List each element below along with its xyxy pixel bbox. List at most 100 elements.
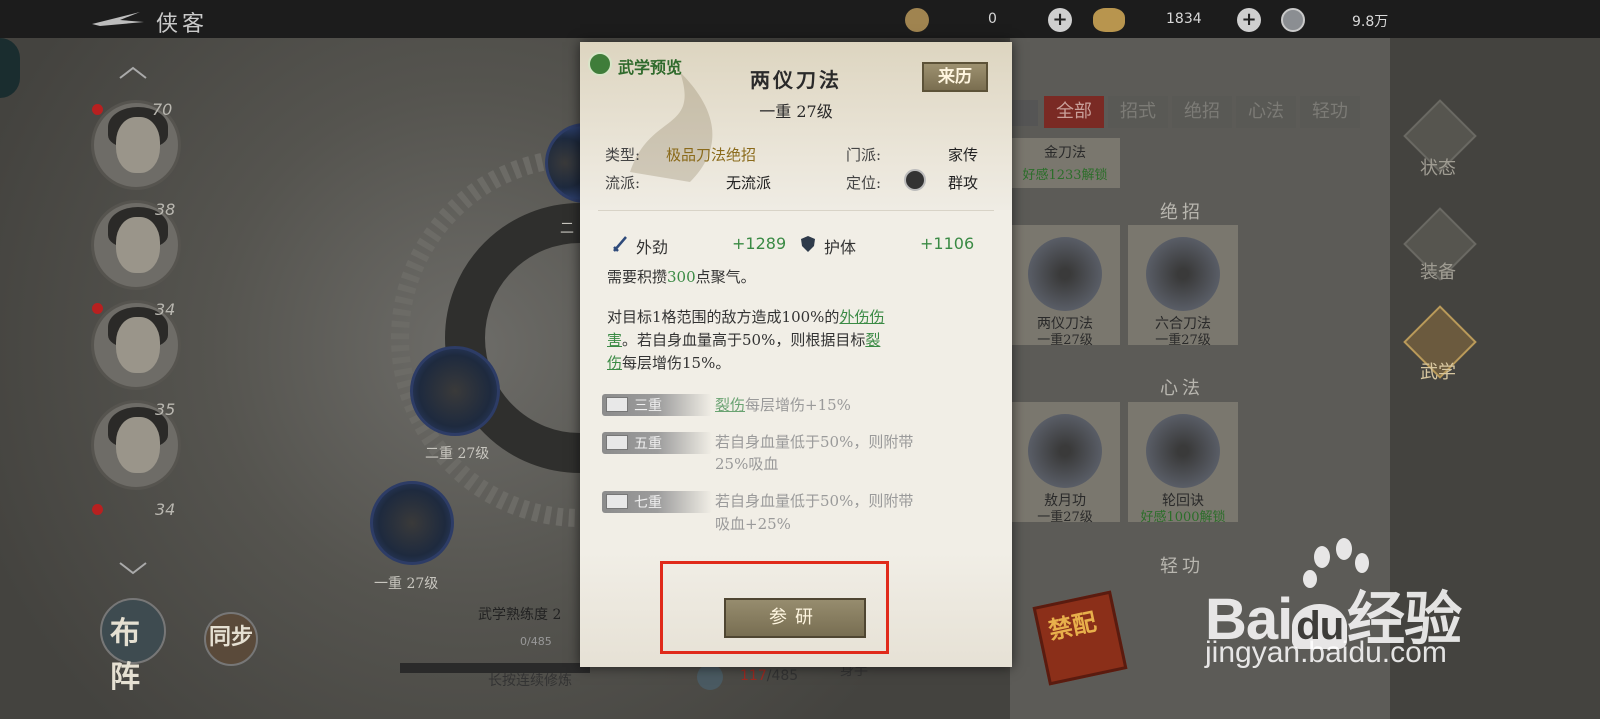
tab-light[interactable]: 轻功	[1300, 96, 1360, 128]
style-label: 流派:	[605, 174, 641, 192]
card-sub: 好感1233解锁	[1022, 168, 1108, 183]
ingot-icon	[1093, 8, 1125, 32]
desc-post: 每层增伤15%。	[622, 354, 731, 372]
school-value: 家传	[948, 146, 979, 164]
tier-7-label: 七重	[634, 495, 662, 511]
tier-3-text: 裂伤每层增伤+15%	[715, 394, 851, 416]
skill-icon	[1028, 237, 1102, 311]
desc-line-2: 害。若自身血量高于50%，则根据目标裂	[607, 329, 880, 352]
skill-node-dodge[interactable]	[410, 346, 500, 436]
page-title: 侠客	[156, 12, 209, 37]
desc-line-1: 对目标1格范围的敌方造成100%的外伤伤	[607, 306, 884, 329]
charge-num: 300	[667, 268, 696, 286]
sync-label: 同步	[209, 624, 254, 650]
scroll-down-icon[interactable]	[118, 561, 148, 575]
tab-ultimate[interactable]: 绝招	[1172, 96, 1232, 128]
tab-all[interactable]: 全部	[1044, 96, 1104, 128]
shield-stat-icon	[801, 236, 815, 252]
outer-force-value: +1289	[732, 234, 787, 253]
forbid-text: 禁配	[1045, 606, 1099, 646]
tier-7-badge: 七重	[602, 491, 712, 513]
face	[116, 217, 160, 273]
skill-card-lunhui[interactable]: 轮回诀 好感1000解锁	[1128, 402, 1238, 525]
tab-moves[interactable]: 招式	[1108, 96, 1168, 128]
skill-icon	[1146, 414, 1220, 488]
add-ingot-button[interactable]: +	[1237, 8, 1261, 32]
tier-7-text-2: 吸血+25%	[715, 515, 791, 533]
skill-node-inner-level: 一重 27级	[374, 576, 439, 592]
protection-value: +1106	[920, 234, 975, 253]
hero-level-4: 35	[155, 400, 176, 419]
origin-button[interactable]: 来历	[922, 62, 988, 92]
school-label: 门派:	[846, 146, 882, 164]
section-inner: 心法	[1160, 378, 1204, 399]
tier-5-text-2: 25%吸血	[715, 455, 779, 473]
forbid-stamp: 禁配	[1032, 590, 1128, 686]
scroll-icon	[606, 494, 628, 509]
card-level: 一重27级	[1037, 333, 1093, 348]
tab-inner[interactable]: 心法	[1236, 96, 1296, 128]
mastery-label: 武学熟练度 2	[478, 607, 562, 623]
scroll-icon	[606, 435, 628, 450]
card-level: 一重27级	[1037, 510, 1093, 525]
nav-equipment-label: 装备	[1420, 262, 1456, 283]
skill-card-aoyue[interactable]: 敖月功 一重27级	[1010, 402, 1120, 525]
scroll-up-icon[interactable]	[118, 66, 148, 80]
progress-current: 117	[740, 668, 767, 684]
tier-3-desc: 每层增伤+15%	[745, 396, 851, 414]
outer-wound-link-cont[interactable]: 害	[607, 331, 622, 349]
charge-requirement: 需要积攒300点聚气。	[607, 266, 756, 289]
nav-status-label: 状态	[1420, 158, 1456, 179]
sync-button[interactable]: 同步	[204, 612, 258, 666]
face	[116, 117, 160, 173]
progress-counter: 117/485	[740, 668, 798, 684]
type-value: 极品刀法绝招	[666, 146, 757, 164]
section-light: 轻功	[1160, 556, 1204, 577]
section-ultimate: 绝招	[1160, 202, 1204, 223]
skill-card-top[interactable]: 金刀法 好感1233解锁	[1010, 138, 1120, 188]
progress-total: /485	[766, 668, 799, 684]
skill-level: 一重 27级	[759, 102, 833, 121]
coin-icon	[1281, 8, 1305, 32]
leaf-currency-icon	[905, 8, 929, 32]
add-leaf-button[interactable]: +	[1048, 8, 1072, 32]
leaf-currency-value: 0	[988, 11, 997, 27]
highlight-box	[660, 561, 889, 654]
face	[116, 317, 160, 373]
back-arrow-icon[interactable]	[90, 10, 146, 28]
desc-pre: 对目标1格范围的敌方造成100%的	[607, 308, 840, 326]
role-label: 定位:	[846, 174, 882, 192]
type-label: 类型:	[605, 146, 641, 164]
tier-5-badge: 五重	[602, 432, 712, 454]
card-name: 金刀法	[1044, 145, 1086, 161]
tier-3-label: 三重	[634, 398, 662, 414]
charge-post: 点聚气。	[695, 268, 756, 286]
tear-wound-link-cont[interactable]: 伤	[607, 354, 622, 372]
card-level: 好感1000解锁	[1140, 510, 1226, 525]
tier-5-text-1: 若自身血量低于50%，则附带	[715, 433, 914, 451]
protection-label: 护体	[824, 238, 857, 257]
mastery-value: 0/485	[520, 635, 552, 648]
skill-node-top-level: 二	[560, 221, 574, 237]
style-value: 无流派	[726, 174, 772, 192]
hero-level-3: 34	[155, 300, 176, 319]
formation-button[interactable]: 布阵	[100, 598, 166, 695]
tier-5-label: 五重	[634, 436, 662, 452]
sword-stat-icon	[613, 236, 627, 252]
scroll-icon	[606, 397, 628, 412]
tear-wound-link[interactable]: 裂伤	[715, 396, 745, 414]
skill-card-liangyi[interactable]: 两仪刀法 一重27级	[1010, 225, 1120, 348]
card-level: 一重27级	[1155, 333, 1211, 348]
book-icon	[697, 664, 723, 690]
baidu-url: jingyan.baidu.com	[1205, 636, 1447, 669]
skill-card-liuhe[interactable]: 六合刀法 一重27级	[1128, 225, 1238, 348]
role-value: 群攻	[948, 174, 979, 192]
list-view-icon[interactable]	[1012, 100, 1038, 126]
notification-dot	[92, 104, 103, 115]
tear-wound-link[interactable]: 裂	[865, 331, 880, 349]
skill-node-inner[interactable]	[370, 481, 454, 565]
outer-force-label: 外劲	[636, 238, 669, 257]
outer-wound-link[interactable]: 外伤伤	[839, 308, 884, 326]
skill-icon	[1146, 237, 1220, 311]
charge-pre: 需要积攒	[607, 268, 668, 286]
